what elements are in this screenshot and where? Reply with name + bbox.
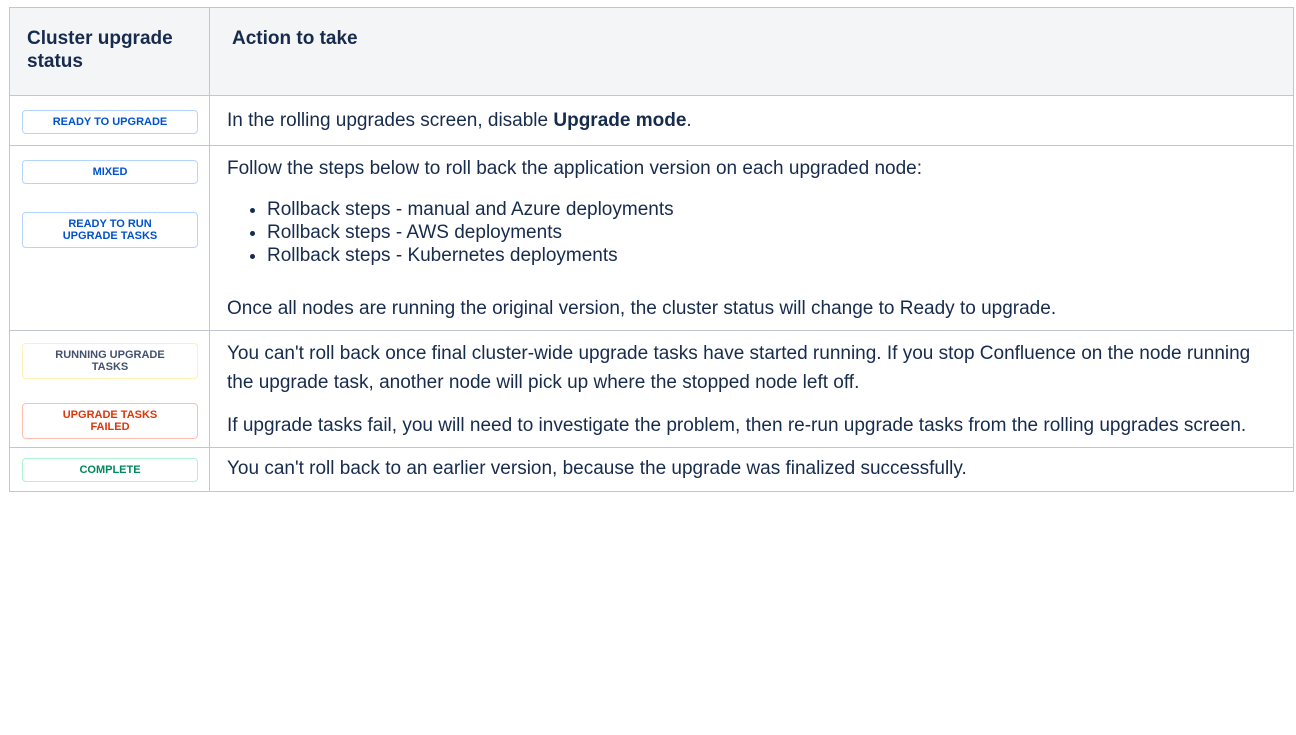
table-row: MIXED READY TO RUN UPGRADE TASKS Follow … [9, 145, 1294, 331]
table-header-row: Cluster upgrade status Action to take [9, 7, 1294, 96]
lozenge-gap [22, 184, 197, 212]
action-intro: Follow the steps below to roll back the … [227, 158, 922, 179]
header-action-to-take: Action to take [209, 7, 1294, 96]
upgrade-mode-label: Upgrade mode [553, 110, 687, 131]
list-item: Rollback steps - AWS deployments [267, 221, 1281, 244]
rollback-table: Cluster upgrade status Action to take RE… [9, 7, 1294, 492]
action-cell: You can't roll back to an earlier versio… [209, 447, 1294, 492]
status-cell: RUNNING UPGRADE TASKS UPGRADE TASKS FAIL… [9, 330, 210, 448]
table-row: READY TO UPGRADE In the rolling upgrades… [9, 95, 1294, 146]
action-paragraph-2: If upgrade tasks fail, you will need to … [227, 415, 1247, 436]
action-outro: Once all nodes are running the original … [227, 298, 1057, 319]
status-lozenge-ready-to-run-upgrade-tasks: READY TO RUN UPGRADE TASKS [22, 212, 198, 248]
lozenge-gap [22, 379, 197, 403]
status-lozenge-upgrade-tasks-failed: UPGRADE TASKS FAILED [22, 403, 198, 439]
rollback-steps-list: Rollback steps - manual and Azure deploy… [227, 198, 1281, 267]
status-lozenge-running-upgrade-tasks: RUNNING UPGRADE TASKS [22, 343, 198, 379]
list-item: Rollback steps - manual and Azure deploy… [267, 198, 1281, 221]
status-cell: COMPLETE [9, 447, 210, 492]
status-lozenge-mixed: MIXED [22, 160, 198, 184]
action-cell: Follow the steps below to roll back the … [209, 145, 1294, 331]
status-lozenge-complete: COMPLETE [22, 458, 198, 482]
action-paragraph-1: You can't roll back once final cluster-w… [227, 343, 1251, 393]
action-cell: You can't roll back once final cluster-w… [209, 330, 1294, 448]
action-text: You can't roll back to an earlier versio… [227, 458, 967, 479]
action-text: In the rolling upgrades screen, disable … [227, 110, 692, 131]
status-cell: READY TO UPGRADE [9, 95, 210, 146]
header-cluster-upgrade-status: Cluster upgrade status [9, 7, 210, 96]
status-lozenge-ready-to-upgrade: READY TO UPGRADE [22, 110, 198, 134]
list-item: Rollback steps - Kubernetes deployments [267, 244, 1281, 267]
table-row: COMPLETE You can't roll back to an earli… [9, 447, 1294, 492]
action-cell: In the rolling upgrades screen, disable … [209, 95, 1294, 146]
status-cell: MIXED READY TO RUN UPGRADE TASKS [9, 145, 210, 331]
table-row: RUNNING UPGRADE TASKS UPGRADE TASKS FAIL… [9, 330, 1294, 448]
